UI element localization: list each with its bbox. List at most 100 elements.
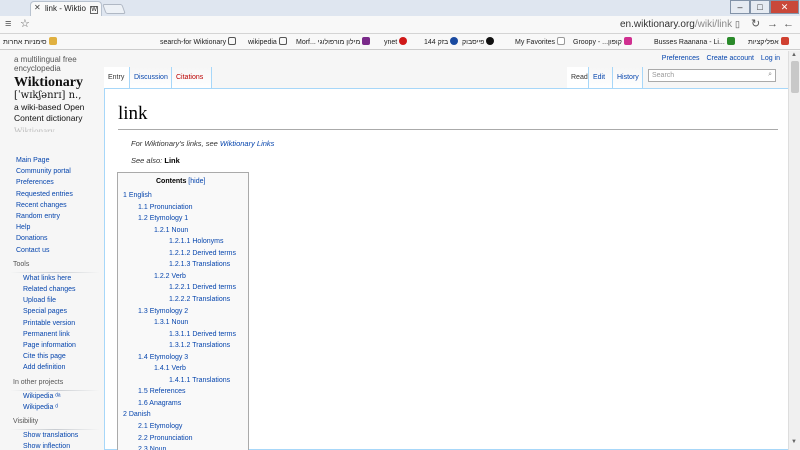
sidebar-item-page-information[interactable]: Page information (0, 340, 104, 351)
toc-item-label: Anagrams (149, 399, 182, 407)
sidebar-item-main-page[interactable]: Main Page (0, 155, 104, 166)
toc-item[interactable]: 1.3.1.1 Derived terms (169, 331, 236, 338)
tab-entry[interactable]: Entry (104, 67, 130, 89)
forward-icon[interactable]: → (767, 18, 778, 30)
bookmark-morfix[interactable]: Morf... מילון מורפולוגי (296, 37, 371, 46)
sidebar-item-permanent-link[interactable]: Permanent link (0, 329, 104, 340)
toc-item-label: Translations (192, 376, 231, 384)
sidebar-item-preferences[interactable]: Preferences (0, 177, 104, 188)
toc-item-label: Etymology 1 (149, 215, 189, 223)
scroll-down-arrow-icon[interactable]: ▼ (791, 439, 797, 445)
sidebar-item-random-entry[interactable]: Random entry (0, 211, 104, 222)
sidebar-item-help[interactable]: Help (0, 222, 104, 233)
sidebar-item-requested-entries[interactable]: Requested entries (0, 189, 104, 200)
close-tab-icon[interactable]: ✕ (34, 3, 41, 12)
sidebar-item-upload-file[interactable]: Upload file (0, 295, 104, 306)
toc-item[interactable]: 1.3.1.2 Translations (169, 342, 230, 349)
maximize-button[interactable]: □ (750, 0, 770, 14)
bookmark-groopy[interactable]: Groopy - ...קופון (573, 37, 632, 46)
toc-item[interactable]: 1.4 Etymology 3 (138, 354, 188, 361)
toc-item[interactable]: 1.4.1 Verb (154, 365, 186, 372)
sidebar-item-recent-changes[interactable]: Recent changes (0, 200, 104, 211)
toc-item-label: Holonyms (192, 238, 224, 246)
sidebar-item-add-definition[interactable]: Add definition (0, 362, 104, 373)
toc-item[interactable]: 1.2.1.2 Derived terms (169, 250, 236, 257)
sidebar-item-donations[interactable]: Donations (0, 233, 104, 244)
bookmark-ynet[interactable]: ynet (384, 37, 408, 46)
toc-hide-link[interactable]: [hide] (188, 178, 205, 185)
toc-item[interactable]: 2 Danish (123, 411, 151, 418)
toc-item[interactable]: 2.2 Pronunciation (138, 435, 193, 442)
bookmark-bezeq[interactable]: 144 בזק (424, 37, 459, 46)
toc-item[interactable]: 1 English (123, 192, 152, 199)
toc-item[interactable]: 1.2.2 Verb (154, 273, 186, 280)
wiktionary-links-link[interactable]: Wiktionary Links (220, 139, 275, 148)
toc-item[interactable]: 1.2.1.3 Translations (169, 261, 230, 268)
sidebar-item-special-pages[interactable]: Special pages (0, 306, 104, 317)
table-of-contents: Contents [hide] 1 English 1.1 Pronunciati… (117, 172, 249, 450)
toc-item[interactable]: 1.2.2.2 Translations (169, 296, 230, 303)
sidebar-item-show-translations[interactable]: Show translations (0, 430, 104, 441)
toc-item[interactable]: 1.2.1.1 Holonyms (169, 238, 224, 245)
login-link[interactable]: Log in (761, 55, 780, 62)
reload-icon[interactable]: ↻ (751, 18, 760, 30)
tab-edit[interactable]: Edit (589, 67, 613, 89)
star-bookmark-icon[interactable]: ☆ (20, 18, 30, 30)
toc-item[interactable]: 1.4.1.1 Translations (169, 377, 230, 384)
back-icon[interactable]: ← (783, 18, 794, 30)
address-bar[interactable]: en.wiktionary.org/wiki/link (620, 19, 732, 30)
toc-item[interactable]: 1.2.2.1 Derived terms (169, 284, 236, 291)
toc-item[interactable]: 1.2 Etymology 1 (138, 215, 188, 222)
toc-item[interactable]: 1.3 Etymology 2 (138, 308, 188, 315)
bookmark-wikipedia[interactable]: wikipedia (248, 37, 287, 46)
see-also: See also: Link (131, 156, 180, 165)
new-tab-button[interactable] (102, 4, 126, 14)
personal-preferences-link[interactable]: Preferences (662, 55, 700, 62)
tab-history[interactable]: History (613, 67, 643, 89)
toc-item[interactable]: 1.1 Pronunciation (138, 204, 193, 211)
toc-item-number: 1.5 (138, 388, 148, 396)
search-input[interactable]: Search ⌕ (648, 69, 776, 82)
wiktionary-logo[interactable]: a multilingual free encyclopedia Wiktion… (14, 55, 94, 132)
sidebar-item-what-links-here[interactable]: What links here (0, 273, 104, 284)
sidebar-item-show-inflection[interactable]: Show inflection (0, 441, 104, 450)
tab-read[interactable]: Read (567, 67, 589, 89)
see-also-link[interactable]: Link (164, 156, 179, 165)
sidebar-item-community-portal[interactable]: Community portal (0, 166, 104, 177)
close-window-button[interactable]: ✕ (770, 0, 799, 14)
bookmark-busses[interactable]: Busses Raanana - Li... (654, 37, 735, 46)
toc-item-number: 1.6 (138, 399, 148, 407)
bezeq-icon (450, 37, 459, 45)
sidebar-item-related-changes[interactable]: Related changes (0, 284, 104, 295)
logo-tagline-2: encyclopedia (14, 64, 61, 73)
sidebar-item-wikipedia-da[interactable]: Wikipedia ᵈᵃ (0, 391, 104, 402)
toc-item[interactable]: 1.2.1 Noun (154, 227, 188, 234)
minimize-button[interactable]: – (730, 0, 750, 14)
scrollbar-thumb[interactable] (791, 61, 799, 93)
sidebar-item-contact-us[interactable]: Contact us (0, 245, 104, 256)
bookmark-other[interactable]: סימניות אחרות (3, 37, 57, 46)
sidebar-item-wikipedia-d[interactable]: Wikipedia ᵈ (0, 402, 104, 413)
bookmark-facebook[interactable]: פייסבוק (462, 37, 495, 46)
toc-item[interactable]: 1.3.1 Noun (154, 319, 188, 326)
sidebar-item-printable-version[interactable]: Printable version (0, 318, 104, 329)
toc-item[interactable]: 1.6 Anagrams (138, 400, 181, 407)
browser-tab[interactable]: ✕ link - Wiktio W (30, 1, 102, 16)
toc-item[interactable]: 2.3 Noun (138, 446, 166, 450)
search-placeholder: Search (652, 72, 675, 79)
menu-icon[interactable]: ≡ (5, 18, 11, 30)
toc-item[interactable]: 1.5 References (138, 388, 185, 395)
bookmark-my-favorites[interactable]: My Favorites (515, 37, 566, 46)
bookmark-search-wiktionary[interactable]: search-for Wiktionary (160, 37, 237, 46)
toc-item[interactable]: 2.1 Etymology (138, 423, 182, 430)
apps-icon (780, 37, 789, 45)
scroll-up-arrow-icon[interactable]: ▲ (791, 52, 797, 58)
tab-discussion[interactable]: Discussion (130, 67, 172, 89)
bookmark-apps[interactable]: אפליקציות (748, 37, 789, 46)
toc-item-number: 1.2.1.3 (169, 261, 191, 269)
vertical-scrollbar[interactable]: ▲ ▼ (788, 51, 800, 450)
create-account-link[interactable]: Create account (706, 55, 753, 62)
search-icon[interactable]: ⌕ (768, 71, 772, 79)
tab-citations[interactable]: Citations (172, 67, 212, 89)
sidebar-item-cite-this-page[interactable]: Cite this page (0, 351, 104, 362)
